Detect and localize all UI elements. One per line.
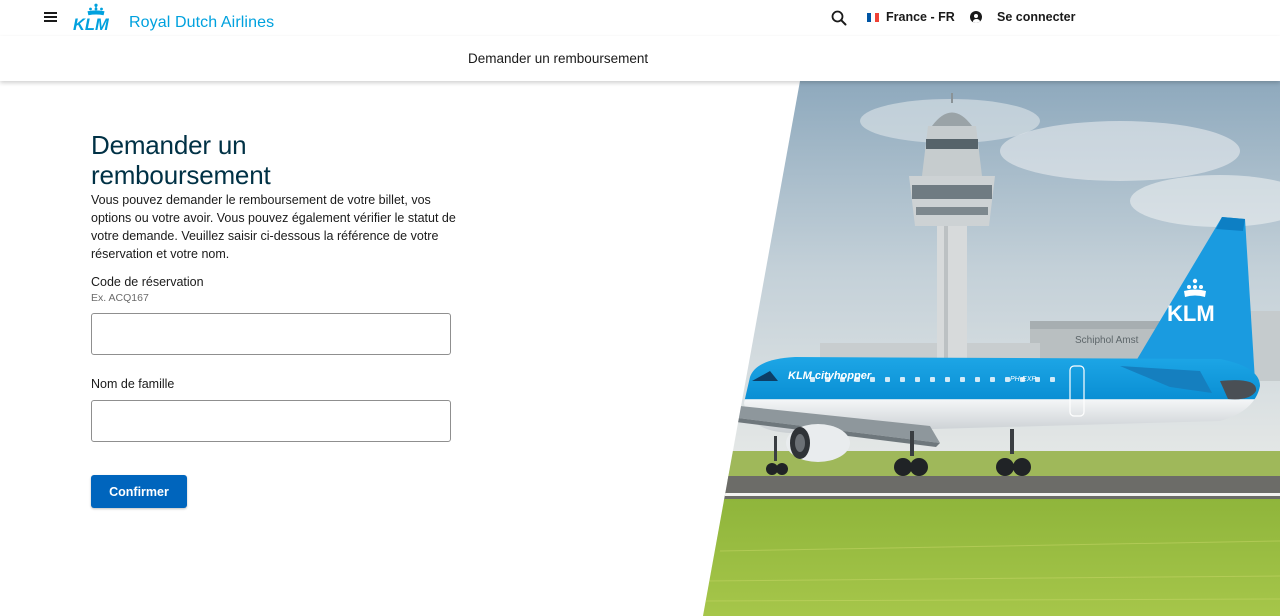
- svg-text:KLM: KLM: [73, 16, 110, 33]
- last-name-input[interactable]: [91, 400, 451, 442]
- search-icon[interactable]: [830, 9, 848, 27]
- hero-image: Schiphol Amst KLM KLM cityhopper PH-EXP: [700, 81, 1280, 616]
- brand-name: Royal Dutch Airlines: [129, 14, 275, 31]
- svg-text:Schiphol Amst: Schiphol Amst: [1075, 335, 1139, 346]
- svg-text:PH-EXP: PH-EXP: [1010, 376, 1036, 383]
- klm-crown-icon: KLM: [72, 3, 120, 33]
- last-name-label: Nom de famille: [91, 377, 175, 391]
- refund-form: Demander un remboursement Vous pouvez de…: [91, 130, 471, 508]
- confirm-button[interactable]: Confirmer: [91, 475, 187, 508]
- subnav-title[interactable]: Demander un remboursement: [468, 51, 648, 66]
- hamburger-menu-icon[interactable]: [44, 10, 60, 26]
- france-flag-icon: [867, 12, 879, 22]
- page-title: Demander un remboursement: [91, 130, 271, 190]
- booking-code-hint: Ex. ACQ167: [91, 292, 149, 304]
- top-header: KLM Royal Dutch Airlines France - FR Se …: [0, 0, 1280, 36]
- intro-text: Vous pouvez demander le remboursement de…: [91, 193, 456, 261]
- booking-code-input[interactable]: [91, 313, 451, 355]
- main-content: Schiphol Amst KLM KLM cityhopper PH-EXP …: [0, 81, 1280, 616]
- sub-navigation: Demander un remboursement: [0, 36, 1280, 81]
- booking-code-label: Code de réservation: [91, 275, 204, 289]
- locale-label: France - FR: [886, 10, 955, 24]
- klm-logo[interactable]: KLM Royal Dutch Airlines: [72, 3, 274, 33]
- login-label: Se connecter: [997, 10, 1076, 24]
- svg-text:KLM: KLM: [1167, 301, 1215, 326]
- svg-text:KLM cityhopper: KLM cityhopper: [788, 370, 872, 382]
- login-button[interactable]: Se connecter: [970, 10, 1076, 24]
- locale-selector[interactable]: France - FR: [867, 10, 955, 24]
- user-icon: [970, 11, 982, 23]
